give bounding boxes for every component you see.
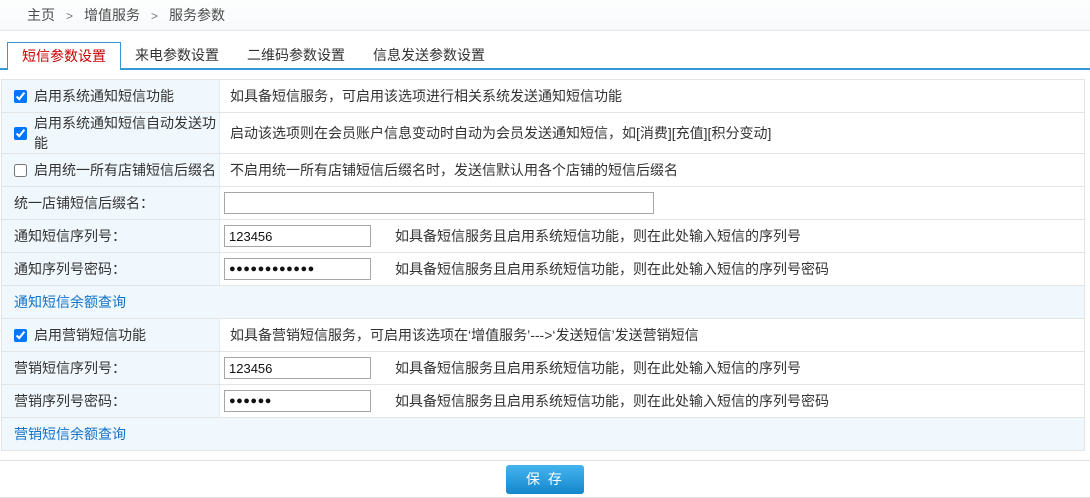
- field-label: 通知序列号密码：: [14, 259, 126, 279]
- tab-sms-params[interactable]: 短信参数设置: [7, 42, 121, 70]
- marketing-sms-serial-input[interactable]: [224, 357, 371, 379]
- row-description: 如具备短信服务且启用系统短信功能，则在此处输入短信的序列号密码: [395, 391, 829, 411]
- table-row: 通知短信序列号： 如具备短信服务且启用系统短信功能，则在此处输入短信的序列号: [2, 220, 1084, 253]
- breadcrumb-separator: >: [66, 9, 73, 23]
- save-bar: 保 存: [0, 460, 1090, 498]
- checkbox-label: 启用系统通知短信功能: [34, 86, 174, 106]
- field-label: 通知短信序列号：: [14, 226, 126, 246]
- row-description: 如具备营销短信服务，可启用该选项在‘增值服务’--->‘发送短信’发送营销短信: [230, 325, 699, 345]
- row-description: 如具备短信服务，可启用该选项进行相关系统发送通知短信功能: [230, 86, 622, 106]
- marketing-serial-password-input[interactable]: [224, 390, 371, 412]
- enable-auto-send-notify-sms-checkbox[interactable]: [14, 127, 27, 140]
- notify-serial-password-input[interactable]: [224, 258, 371, 280]
- marketing-sms-balance-link[interactable]: 营销短信余额查询: [14, 424, 126, 444]
- table-row: 启用系统通知短信功能 如具备短信服务，可启用该选项进行相关系统发送通知短信功能: [2, 80, 1084, 113]
- row-description: 如具备短信服务且启用系统短信功能，则在此处输入短信的序列号: [395, 358, 801, 378]
- enable-unified-suffix-checkbox[interactable]: [14, 164, 27, 177]
- notify-sms-balance-link[interactable]: 通知短信余额查询: [14, 292, 126, 312]
- checkbox-label: 启用营销短信功能: [34, 325, 146, 345]
- table-row: 启用系统通知短信自动发送功能 启动该选项则在会员账户信息变动时自动为会员发送通知…: [2, 113, 1084, 154]
- row-description: 不启用统一所有店铺短信后缀名时，发送信默认用各个店铺的短信后缀名: [230, 160, 678, 180]
- settings-table: 启用系统通知短信功能 如具备短信服务，可启用该选项进行相关系统发送通知短信功能 …: [1, 79, 1085, 451]
- breadcrumb: 主页 > 增值服务 > 服务参数: [0, 0, 1090, 31]
- table-row: 营销短信余额查询: [2, 418, 1084, 451]
- table-row: 通知短信余额查询: [2, 286, 1084, 319]
- unified-suffix-input[interactable]: [224, 192, 654, 214]
- table-row: 营销序列号密码： 如具备短信服务且启用系统短信功能，则在此处输入短信的序列号密码: [2, 385, 1084, 418]
- row-description: 如具备短信服务且启用系统短信功能，则在此处输入短信的序列号密码: [395, 259, 829, 279]
- breadcrumb-separator: >: [151, 9, 158, 23]
- row-description: 启动该选项则在会员账户信息变动时自动为会员发送通知短信，如[消费][充值][积分…: [230, 123, 771, 143]
- notify-sms-serial-input[interactable]: [224, 225, 371, 247]
- field-label: 统一店铺短信后缀名：: [14, 193, 154, 213]
- table-row: 启用营销短信功能 如具备营销短信服务，可启用该选项在‘增值服务’--->‘发送短…: [2, 319, 1084, 352]
- breadcrumb-service-params: 服务参数: [169, 7, 225, 23]
- table-row: 统一店铺短信后缀名：: [2, 187, 1084, 220]
- breadcrumb-value-added-services[interactable]: 增值服务: [84, 7, 140, 23]
- field-label: 营销序列号密码：: [14, 391, 126, 411]
- checkbox-label: 启用系统通知短信自动发送功能: [34, 113, 219, 153]
- tab-bar: 短信参数设置 来电参数设置 二维码参数设置 信息发送参数设置: [0, 42, 1090, 70]
- checkbox-label: 启用统一所有店铺短信后缀名: [34, 160, 216, 180]
- tab-call-params[interactable]: 来电参数设置: [121, 43, 233, 68]
- enable-marketing-sms-checkbox[interactable]: [14, 329, 27, 342]
- breadcrumb-home[interactable]: 主页: [27, 7, 55, 23]
- table-row: 通知序列号密码： 如具备短信服务且启用系统短信功能，则在此处输入短信的序列号密码: [2, 253, 1084, 286]
- row-description: 如具备短信服务且启用系统短信功能，则在此处输入短信的序列号: [395, 226, 801, 246]
- tab-message-send-params[interactable]: 信息发送参数设置: [359, 43, 499, 68]
- save-button[interactable]: 保 存: [506, 465, 584, 494]
- enable-notify-sms-checkbox[interactable]: [14, 90, 27, 103]
- field-label: 营销短信序列号：: [14, 358, 126, 378]
- table-row: 营销短信序列号： 如具备短信服务且启用系统短信功能，则在此处输入短信的序列号: [2, 352, 1084, 385]
- tab-qrcode-params[interactable]: 二维码参数设置: [233, 43, 359, 68]
- table-row: 启用统一所有店铺短信后缀名 不启用统一所有店铺短信后缀名时，发送信默认用各个店铺…: [2, 154, 1084, 187]
